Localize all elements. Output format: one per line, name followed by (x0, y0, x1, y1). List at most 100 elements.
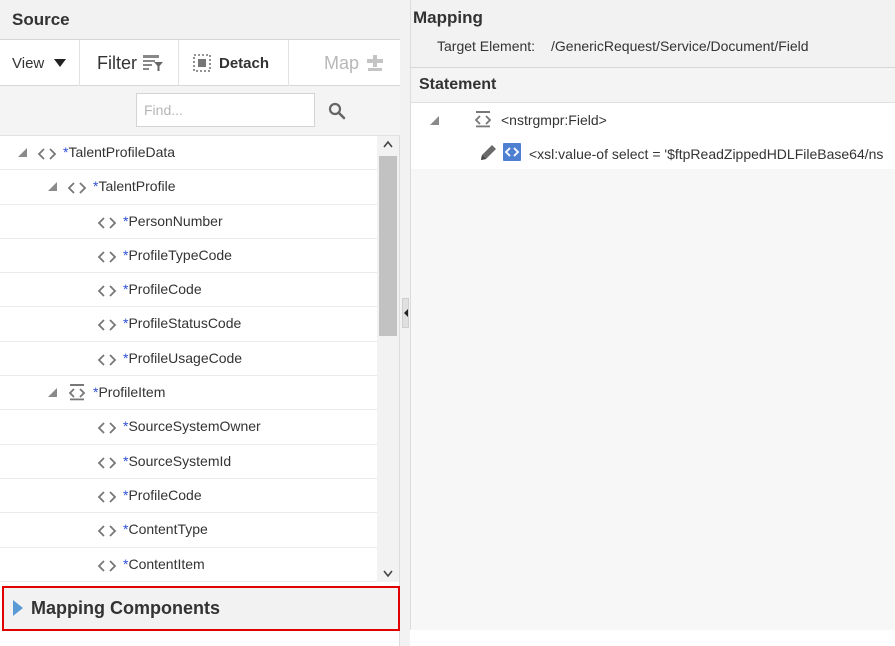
tree-row[interactable]: *ProfileTypeCode (0, 239, 377, 274)
tree-node-label: *SourceSystemId (123, 453, 231, 469)
tree-node-label: *ProfileCode (123, 281, 202, 297)
element-icon (67, 182, 87, 194)
tree-row[interactable]: *ProfileCode (0, 479, 377, 514)
element-icon (97, 251, 117, 263)
tree-node-label: *SourceSystemOwner (123, 418, 261, 434)
mapping-header: Mapping Target Element: /GenericRequest/… (411, 0, 895, 68)
view-label: View (12, 54, 45, 72)
source-title: Source (12, 10, 70, 29)
element-icon (97, 354, 117, 366)
filter-label: Filter (97, 52, 137, 73)
tree-node-name: SourceSystemId (128, 452, 232, 469)
xsl-expression[interactable]: <xsl:value-of select = '$ftpReadZippedHD… (529, 146, 883, 162)
tree-node-label: *ProfileTypeCode (123, 247, 232, 263)
tree-row[interactable]: *PersonNumber (0, 205, 377, 239)
element-icon (97, 422, 117, 435)
tree-node-label: *TalentProfileData (63, 144, 175, 160)
tree-node-name: ProfileTypeCode (128, 246, 232, 263)
toolbar-divider (178, 40, 179, 86)
tree-node-name: ProfileCode (128, 486, 202, 503)
element-icon (97, 216, 117, 229)
source-toolbar: View Filter Detach Map (0, 40, 400, 86)
mapping-title: Mapping (413, 8, 483, 27)
dropdown-arrow-icon (54, 59, 67, 67)
tree-node-label: *ProfileCode (123, 487, 202, 503)
filter-icon (143, 55, 163, 71)
map-label: Map (324, 52, 360, 73)
map-plus-icon (367, 55, 384, 71)
source-header: Source (0, 0, 400, 40)
tree-node-label: *PersonNumber (123, 213, 223, 229)
statement-title: Statement (419, 76, 497, 93)
pencil-icon[interactable] (478, 143, 498, 163)
statement-header: Statement (411, 68, 895, 103)
repeating-element-icon (474, 111, 492, 128)
detach-icon (193, 54, 211, 72)
tree-node-label: *TalentProfile (93, 178, 176, 194)
scroll-down-icon[interactable] (383, 570, 393, 578)
tree-row[interactable]: *ProfileStatusCode (0, 307, 377, 342)
tree-node-name: ProfileUsageCode (128, 349, 243, 366)
statement-tree: <nstrgmpr:Field> <xsl:value-of select = … (411, 103, 895, 169)
tree-row[interactable]: *ContentType (0, 513, 377, 548)
tree-node-name: SourceSystemOwner (128, 418, 261, 435)
tree-node-label: *ContentType (123, 521, 208, 537)
collapse-handle[interactable] (402, 298, 409, 328)
scroll-thumb[interactable] (379, 156, 397, 336)
element-icon (97, 559, 117, 572)
tree-row[interactable]: *TalentProfile (0, 170, 377, 205)
view-menu-button[interactable]: View (12, 40, 67, 86)
tree-node-name: ProfileItem (98, 384, 166, 401)
expand-arrow-icon[interactable] (13, 600, 23, 616)
repeating-element-icon (68, 384, 86, 401)
element-icon (97, 457, 117, 469)
element-icon (97, 285, 117, 297)
collapse-toggle-icon[interactable] (430, 116, 439, 125)
collapse-toggle-icon[interactable] (48, 182, 57, 192)
tree-node-name: TalentProfile (98, 178, 176, 195)
statement-node-label[interactable]: <nstrgmpr:Field> (501, 112, 607, 128)
element-icon (37, 148, 57, 160)
target-element-path: /GenericRequest/Service/Document/Field (551, 38, 809, 54)
bottom-strip (410, 630, 895, 646)
map-button[interactable]: Map (324, 40, 385, 86)
find-input[interactable] (136, 93, 315, 127)
collapse-toggle-icon[interactable] (18, 148, 27, 157)
filter-button[interactable]: Filter (97, 40, 164, 86)
tree-node-label: *ProfileItem (93, 384, 165, 400)
detach-label: Detach (219, 54, 270, 72)
tree-node-name: ContentItem (128, 555, 205, 572)
tree-row[interactable]: *ProfileItem (0, 376, 377, 411)
tree-row[interactable]: *TalentProfileData (0, 136, 377, 171)
tree-node-name: ProfileCode (128, 281, 202, 298)
tree-row[interactable]: *SourceSystemId (0, 445, 377, 479)
toolbar-divider (288, 40, 289, 86)
tree-scrollbar[interactable] (377, 136, 399, 582)
tree-node-name: TalentProfileData (68, 144, 176, 160)
collapse-toggle-icon[interactable] (48, 388, 57, 398)
mapping-components-title: Mapping Components (31, 598, 220, 618)
xsl-element-icon (503, 143, 521, 161)
tree-node-label: *ContentItem (123, 556, 205, 572)
tree-node-label: *ProfileStatusCode (123, 315, 241, 331)
collapse-left-icon (404, 309, 408, 317)
target-element-label: Target Element: (437, 38, 536, 54)
detach-button[interactable]: Detach (193, 40, 269, 86)
element-icon (97, 525, 117, 537)
tree-node-name: PersonNumber (128, 212, 223, 229)
panel-splitter[interactable] (400, 0, 410, 646)
tree-node-name: ProfileStatusCode (128, 315, 242, 332)
tree-node-label: *ProfileUsageCode (123, 350, 242, 366)
tree-row[interactable]: *SourceSystemOwner (0, 410, 377, 445)
scroll-up-icon[interactable] (383, 140, 393, 148)
tree-row[interactable]: *ContentItem (0, 548, 377, 582)
tree-row[interactable]: *ProfileUsageCode (0, 342, 377, 377)
source-tree: *TalentProfileData *TalentProfile *PersonN… (0, 136, 377, 582)
source-panel: Source View Filter Detach Map Find... *T… (0, 0, 400, 646)
mapping-panel: Mapping Target Element: /GenericRequest/… (410, 0, 895, 630)
mapping-components-panel[interactable]: Mapping Components (2, 586, 400, 631)
search-icon[interactable] (328, 102, 346, 120)
tree-row[interactable]: *ProfileCode (0, 273, 377, 308)
element-icon (97, 319, 117, 332)
toolbar-divider (79, 40, 80, 86)
